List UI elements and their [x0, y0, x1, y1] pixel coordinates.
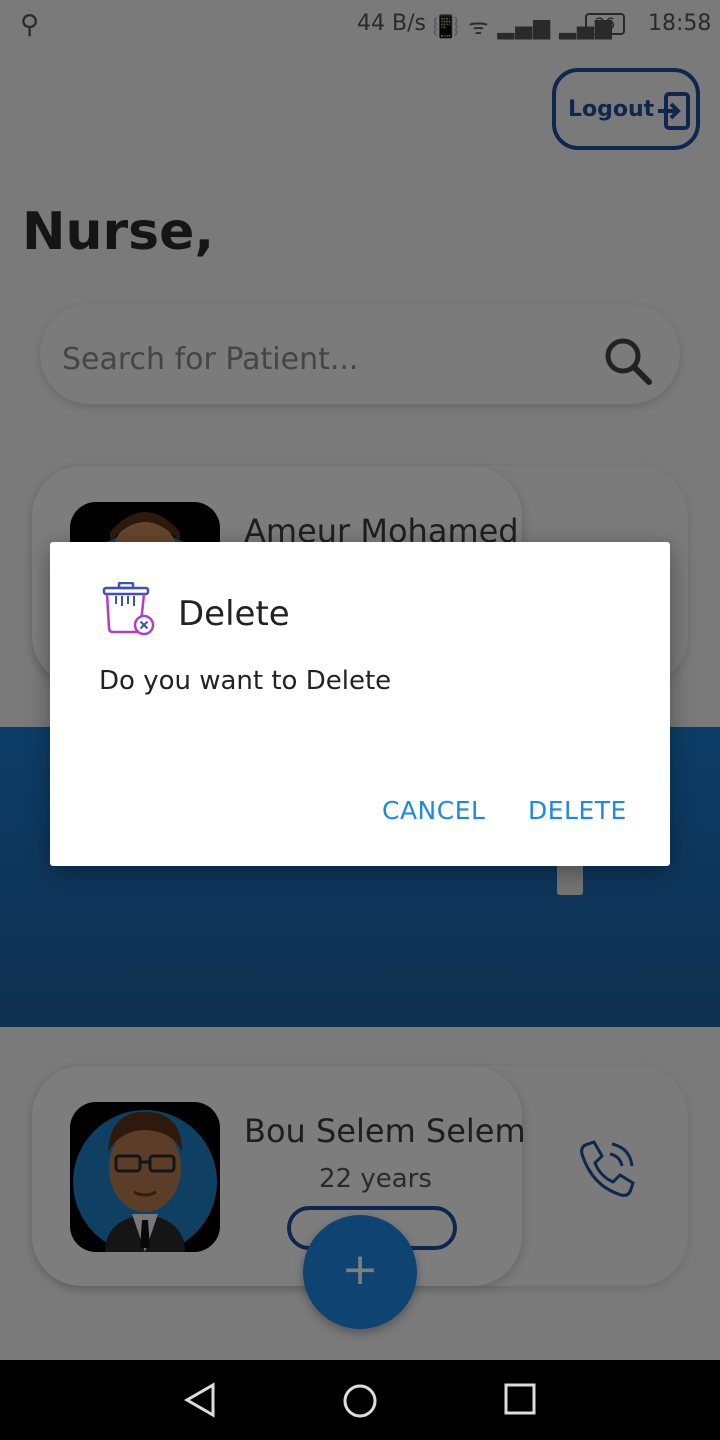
delete-button[interactable]: DELETE: [528, 796, 627, 825]
back-icon[interactable]: [183, 1382, 219, 1418]
dialog-message: Do you want to Delete: [99, 666, 392, 696]
home-icon[interactable]: [341, 1382, 379, 1420]
delete-dialog: Delete Do you want to Delete CANCEL DELE…: [50, 542, 670, 866]
cancel-button[interactable]: CANCEL: [382, 796, 485, 825]
navigation-bar: [0, 1360, 720, 1440]
dialog-title: Delete: [178, 594, 290, 634]
trash-icon: [102, 582, 155, 636]
recents-icon[interactable]: [503, 1382, 537, 1416]
